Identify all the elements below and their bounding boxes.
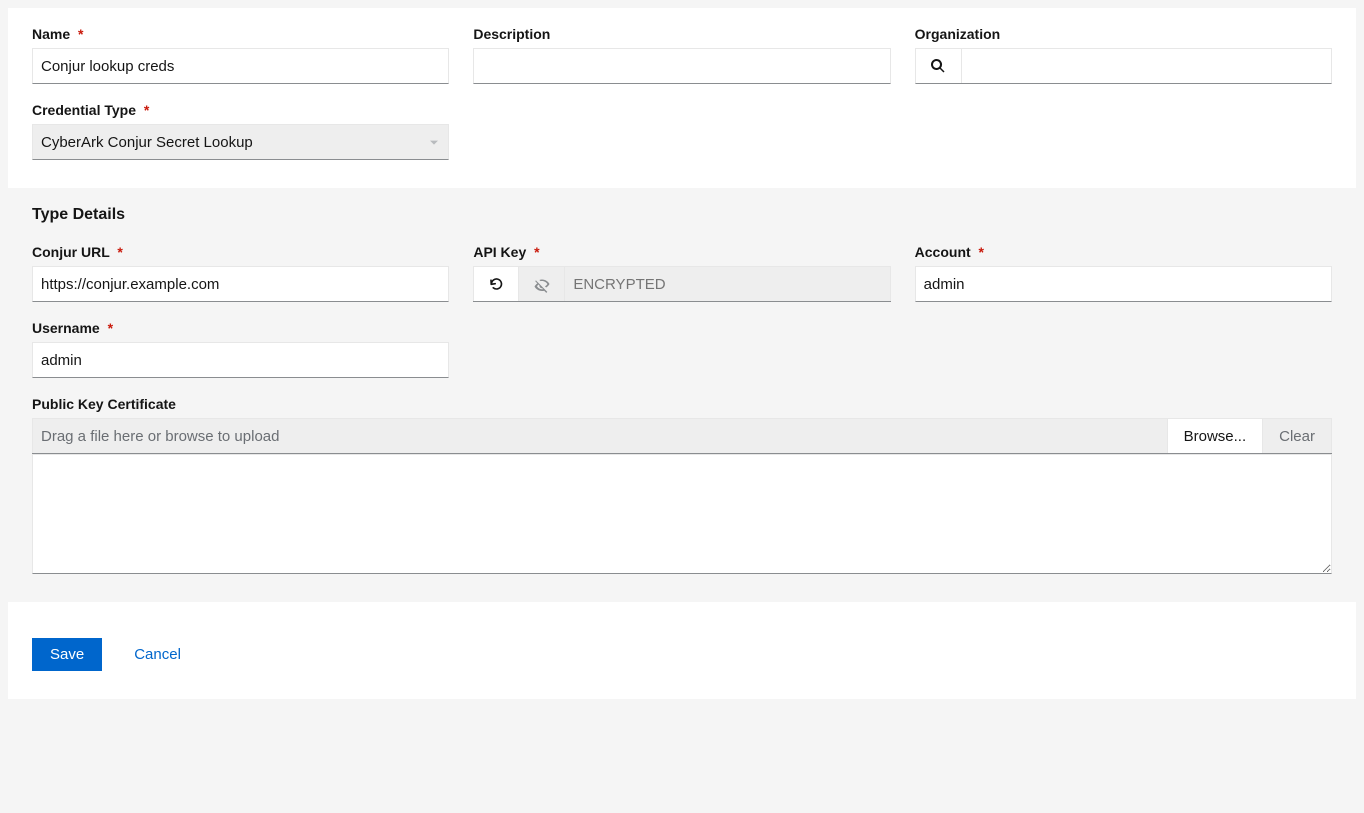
save-button[interactable]: Save xyxy=(32,638,102,671)
api-key-label: API Key * xyxy=(473,244,890,260)
required-mark: * xyxy=(979,244,984,260)
cert-dropzone-text: Drag a file here or browse to upload xyxy=(41,428,279,445)
conjur-url-label-text: Conjur URL xyxy=(32,244,110,260)
description-label-text: Description xyxy=(473,26,550,42)
api-key-label-text: API Key xyxy=(473,244,526,260)
required-mark: * xyxy=(108,320,113,336)
cert-textarea[interactable] xyxy=(32,454,1332,574)
username-field: Username * xyxy=(32,320,449,378)
username-label-text: Username xyxy=(32,320,100,336)
cert-label-text: Public Key Certificate xyxy=(32,396,176,412)
account-input[interactable] xyxy=(915,266,1332,302)
organization-label: Organization xyxy=(915,26,1332,42)
conjur-url-label: Conjur URL * xyxy=(32,244,449,260)
credential-type-value: CyberArk Conjur Secret Lookup xyxy=(41,134,253,151)
type-details-section: Type Details Conjur URL * API Key * xyxy=(8,188,1356,602)
credential-type-field: Credential Type * CyberArk Conjur Secret… xyxy=(32,102,449,160)
credential-type-label-text: Credential Type xyxy=(32,102,136,118)
account-field: Account * xyxy=(915,244,1332,302)
cert-browse-text: Browse... xyxy=(1184,428,1247,445)
organization-input[interactable] xyxy=(962,49,1331,83)
chevron-down-icon xyxy=(430,141,438,145)
cancel-button[interactable]: Cancel xyxy=(134,646,181,663)
type-details-title: Type Details xyxy=(32,206,1332,224)
description-input[interactable] xyxy=(473,48,890,84)
basic-info-section: Name * Description Organization xyxy=(8,8,1356,188)
cert-file-row: Drag a file here or browse to upload Bro… xyxy=(32,418,1332,454)
required-mark: * xyxy=(144,102,149,118)
eye-off-icon xyxy=(533,275,551,293)
required-mark: * xyxy=(117,244,122,260)
name-label-text: Name xyxy=(32,26,70,42)
cert-clear-text: Clear xyxy=(1279,428,1315,445)
api-key-reset-button[interactable] xyxy=(473,266,519,301)
credential-type-label: Credential Type * xyxy=(32,102,449,118)
organization-input-group xyxy=(915,48,1332,84)
description-label: Description xyxy=(473,26,890,42)
api-key-input[interactable] xyxy=(565,266,890,301)
conjur-url-input[interactable] xyxy=(32,266,449,302)
api-key-input-group xyxy=(473,266,890,302)
api-key-visibility-toggle xyxy=(519,266,565,301)
username-label: Username * xyxy=(32,320,449,336)
description-field: Description xyxy=(473,26,890,84)
form-footer: Save Cancel xyxy=(8,602,1356,699)
api-key-field: API Key * xyxy=(473,244,890,302)
account-label-text: Account xyxy=(915,244,971,260)
cert-dropzone[interactable]: Drag a file here or browse to upload xyxy=(32,418,1168,453)
organization-search-button[interactable] xyxy=(916,49,962,83)
account-label: Account * xyxy=(915,244,1332,260)
name-label: Name * xyxy=(32,26,449,42)
cert-field: Public Key Certificate Drag a file here … xyxy=(32,396,1332,578)
name-input[interactable] xyxy=(32,48,449,84)
cert-browse-button[interactable]: Browse... xyxy=(1168,418,1264,453)
credential-type-select[interactable]: CyberArk Conjur Secret Lookup xyxy=(32,124,449,160)
name-field: Name * xyxy=(32,26,449,84)
conjur-url-field: Conjur URL * xyxy=(32,244,449,302)
organization-label-text: Organization xyxy=(915,26,1001,42)
organization-field: Organization xyxy=(915,26,1332,84)
undo-icon xyxy=(488,276,504,292)
cert-clear-button[interactable]: Clear xyxy=(1263,418,1332,453)
required-mark: * xyxy=(534,244,539,260)
username-input[interactable] xyxy=(32,342,449,378)
required-mark: * xyxy=(78,26,83,42)
search-icon xyxy=(930,58,946,74)
cert-label: Public Key Certificate xyxy=(32,396,1332,412)
